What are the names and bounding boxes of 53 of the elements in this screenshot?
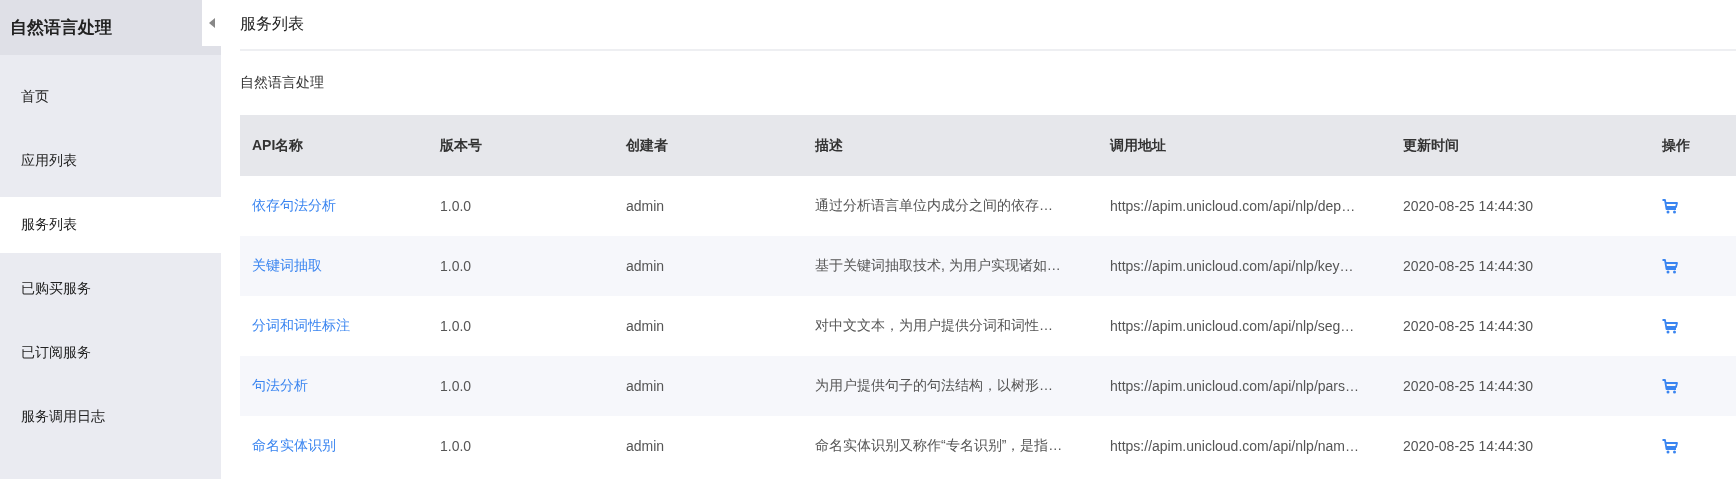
sidebar-item[interactable]: 服务列表: [0, 197, 221, 253]
page-title: 服务列表: [240, 14, 304, 34]
cart-icon[interactable]: [1662, 318, 1678, 334]
url-text: https://apim.unicloud.com/api/nlp/pars…: [1110, 378, 1359, 394]
description-text: 命名实体识别又称作“专名识别”，是指…: [815, 437, 1063, 455]
api-name-link[interactable]: 分词和词性标注: [252, 317, 350, 335]
description-text: 通过分析语言单位内成分之间的依存…: [815, 197, 1053, 215]
version-text: 1.0.0: [440, 318, 472, 334]
collapse-button[interactable]: [202, 0, 221, 46]
cart-icon[interactable]: [1662, 258, 1678, 274]
creator-text: admin: [626, 318, 665, 334]
sidebar-item[interactable]: 服务调用日志: [0, 385, 221, 449]
caret-left-icon: [208, 18, 215, 28]
version-text: 1.0.0: [440, 378, 472, 394]
creator-text: admin: [626, 438, 665, 454]
url-text: https://apim.unicloud.com/api/nlp/key…: [1110, 258, 1354, 274]
cart-icon[interactable]: [1662, 198, 1678, 214]
sidebar-item[interactable]: 已购买服务: [0, 257, 221, 321]
description-text: 基于关键词抽取技术, 为用户实现诸如…: [815, 257, 1061, 275]
api-name-link[interactable]: 关键词抽取: [252, 257, 322, 275]
api-name-link[interactable]: 依存句法分析: [252, 197, 336, 215]
sidebar-title: 自然语言处理: [0, 0, 221, 55]
column-header: 更新时间: [1403, 136, 1459, 155]
cart-icon[interactable]: [1662, 438, 1678, 454]
version-text: 1.0.0: [440, 258, 472, 274]
sidebar-item[interactable]: 应用列表: [0, 129, 221, 193]
url-text: https://apim.unicloud.com/api/nlp/seg…: [1110, 318, 1355, 334]
updated-time-text: 2020-08-25 14:44:30: [1403, 198, 1533, 214]
updated-time-text: 2020-08-25 14:44:30: [1403, 258, 1533, 274]
api-name-link[interactable]: 句法分析: [252, 377, 308, 395]
creator-text: admin: [626, 378, 665, 394]
column-header: 操作: [1662, 136, 1690, 155]
sidebar-item[interactable]: 首页: [0, 65, 221, 129]
url-text: https://apim.unicloud.com/api/nlp/dep…: [1110, 198, 1356, 214]
column-header: API名称: [252, 136, 304, 155]
column-header: 版本号: [440, 136, 482, 155]
sidebar-item[interactable]: 已订阅服务: [0, 321, 221, 385]
api-name-link[interactable]: 命名实体识别: [252, 437, 336, 455]
version-text: 1.0.0: [440, 438, 472, 454]
updated-time-text: 2020-08-25 14:44:30: [1403, 378, 1533, 394]
description-text: 为用户提供句子的句法结构，以树形…: [815, 377, 1053, 395]
column-header: 调用地址: [1110, 136, 1166, 155]
cart-icon[interactable]: [1662, 378, 1678, 394]
section-title: 自然语言处理: [240, 74, 324, 92]
creator-text: admin: [626, 198, 665, 214]
description-text: 对中文文本，为用户提供分词和词性…: [815, 317, 1053, 335]
creator-text: admin: [626, 258, 665, 274]
updated-time-text: 2020-08-25 14:44:30: [1403, 438, 1533, 454]
updated-time-text: 2020-08-25 14:44:30: [1403, 318, 1533, 334]
column-header: 描述: [815, 136, 843, 155]
version-text: 1.0.0: [440, 198, 472, 214]
column-header: 创建者: [626, 136, 668, 155]
url-text: https://apim.unicloud.com/api/nlp/nam…: [1110, 438, 1359, 454]
